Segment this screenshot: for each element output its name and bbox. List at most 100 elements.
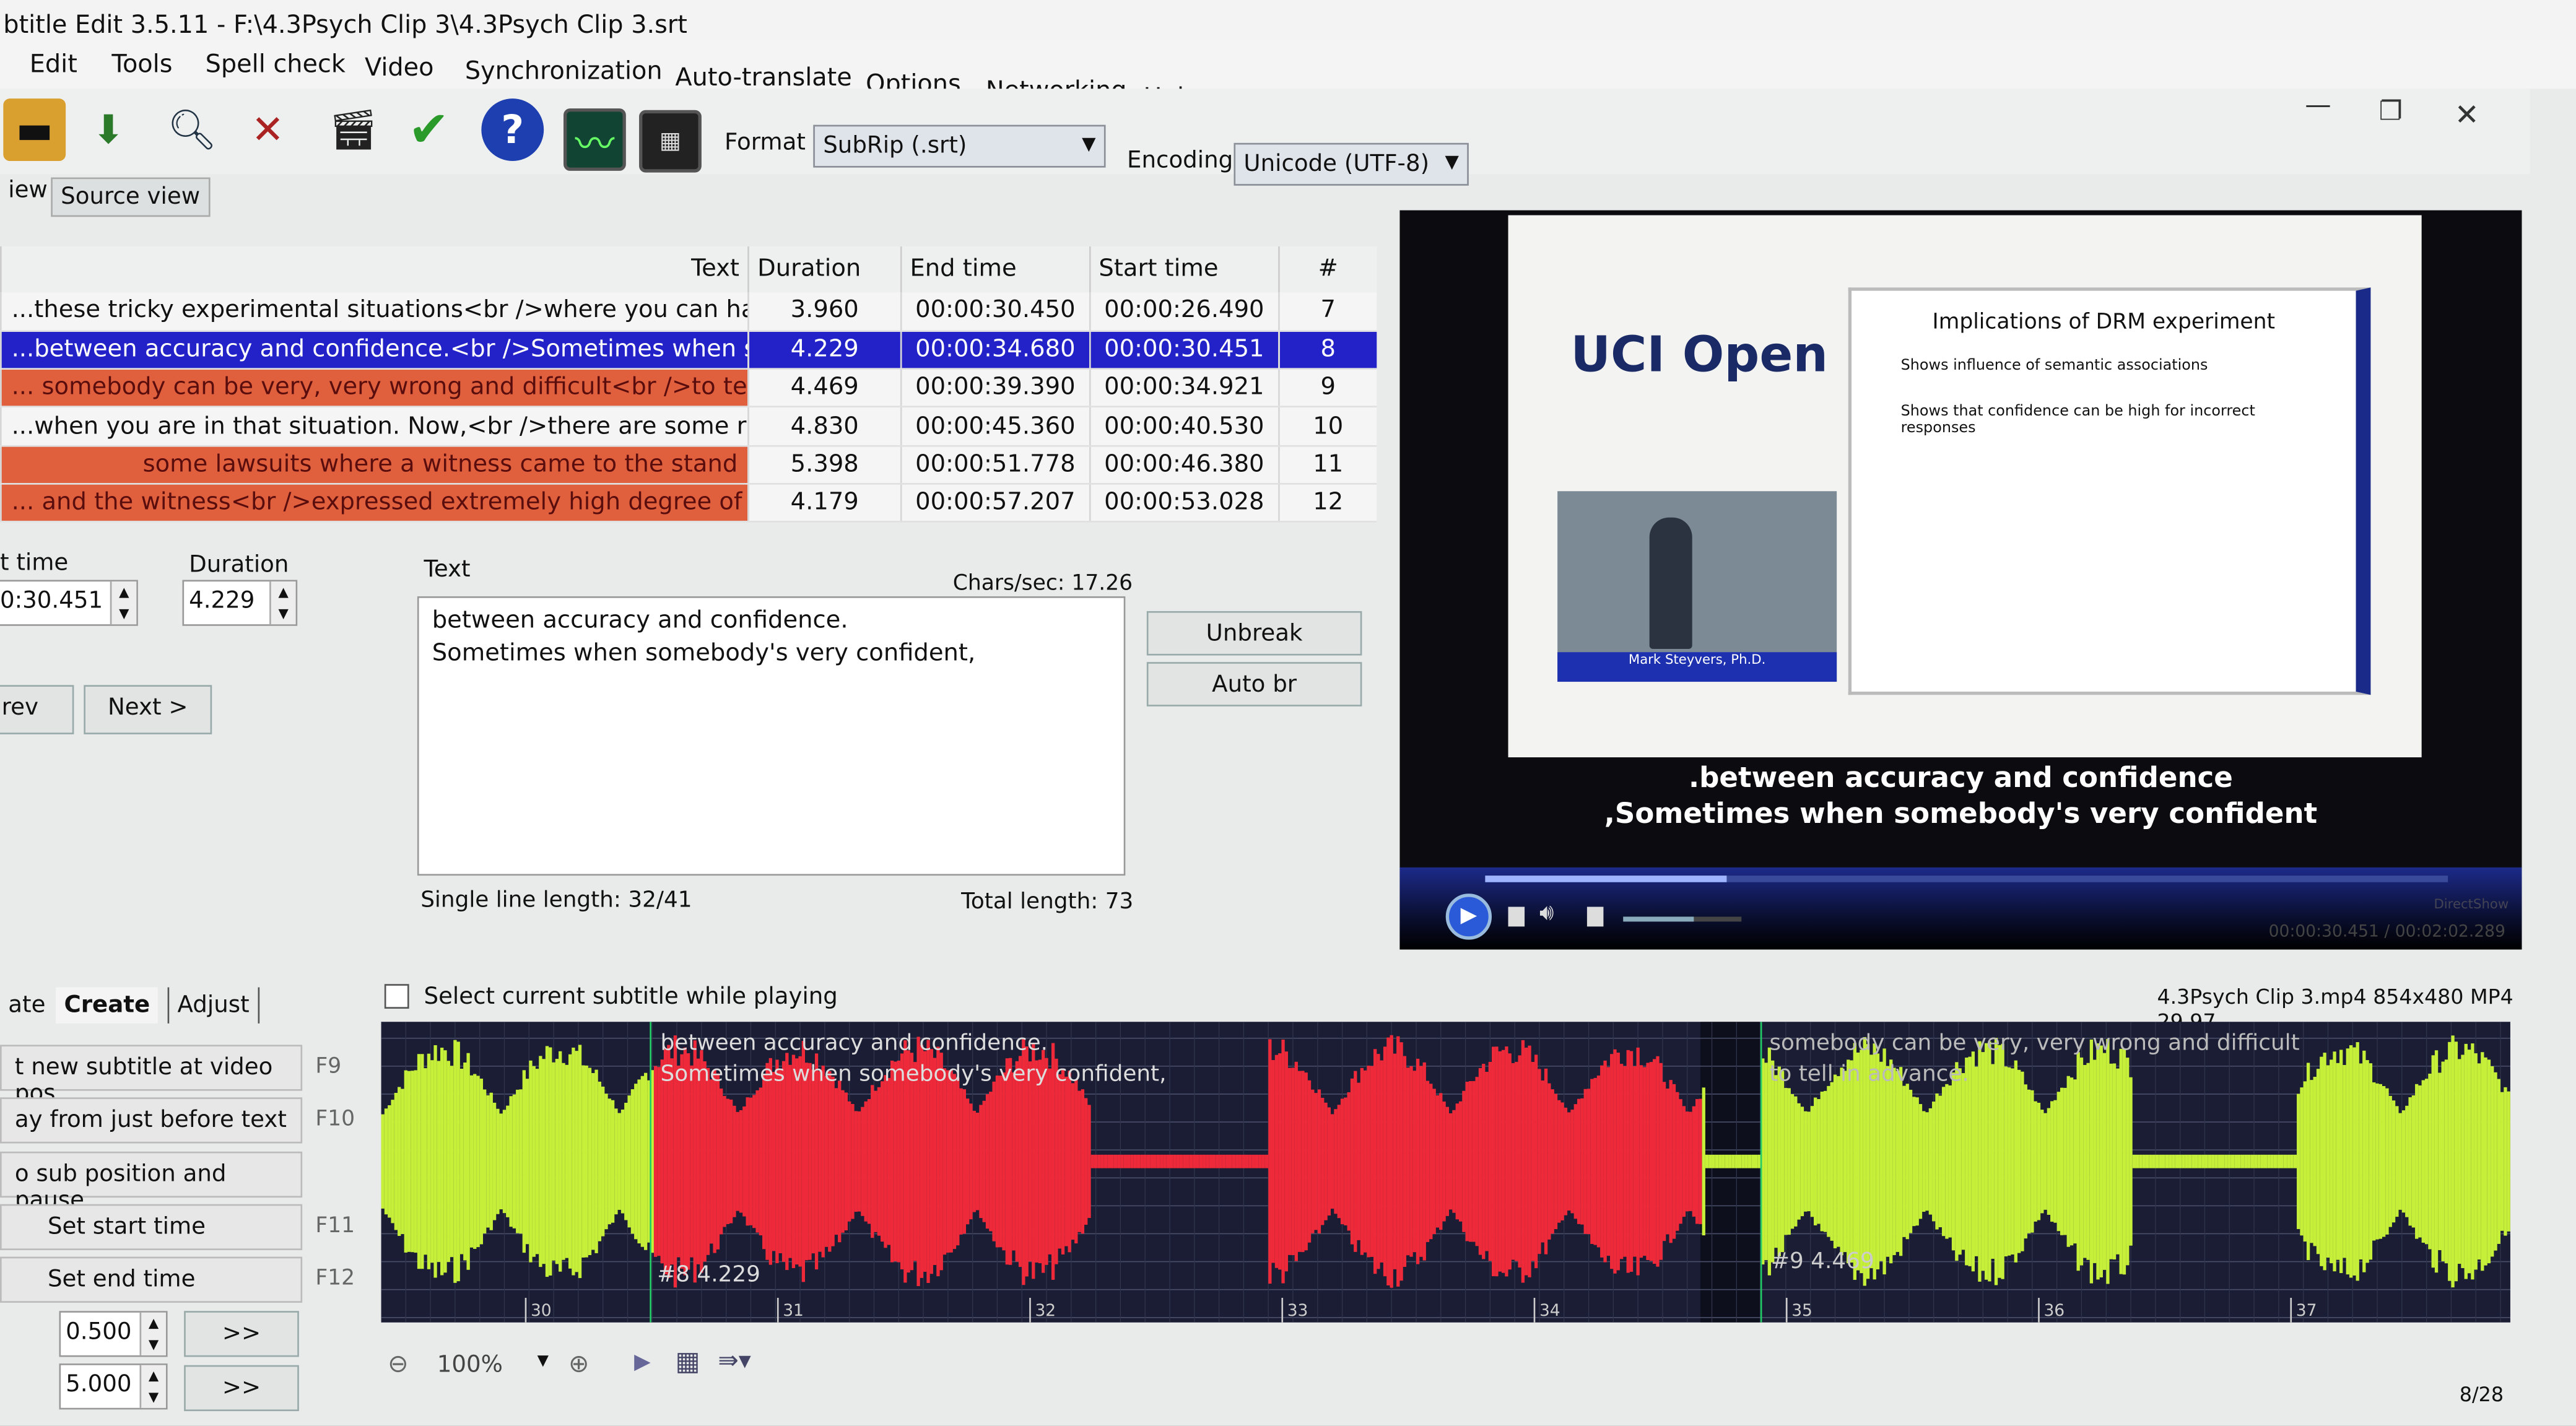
table-row[interactable]: 7 00:00:26.490 00:00:30.450 3.960 ...these t… [0,292,1377,332]
col-duration[interactable]: Duration [747,246,901,293]
play-button[interactable]: ▶ [1445,893,1492,940]
col-text[interactable]: Text [0,246,749,293]
duration-input[interactable]: 4.229 ▲ ▼ [182,580,298,626]
visual-sync-icon[interactable]: 🎬︎ [322,98,385,161]
forward-icon[interactable]: ⇛▾ [718,1346,751,1375]
fullscreen-icon[interactable] [1586,906,1604,927]
video-seek-bar[interactable] [1485,876,2448,882]
stop-icon[interactable] [1508,906,1525,927]
auto-br-button[interactable]: Auto br [1146,662,1362,706]
waveform-sample [2352,1047,2356,1276]
volume-slider[interactable] [1623,916,1742,922]
col-end-time[interactable]: End time [900,246,1090,293]
table-row[interactable]: 12 00:00:53.028 00:00:57.207 4.179... and t… [0,484,1377,523]
waveform-sample [1097,1154,1101,1168]
waveform-sample [627,1095,631,1228]
time-tick-label: 35 [1791,1301,1812,1320]
waveform-sample [1518,1055,1521,1268]
spell-check-icon[interactable]: ✔ [398,98,460,161]
restore-button[interactable]: ❐ [2379,95,2403,126]
tab-adjust[interactable]: Adjust [167,987,259,1024]
seek-seconds-input-2[interactable]: 5.000 ▲ ▼ [59,1363,168,1410]
waveform-sample [2162,1154,2165,1168]
waveform-sample [1830,1082,1834,1241]
menu-spell-check[interactable]: Spell check [206,50,346,79]
menu-video[interactable]: Video [365,53,434,82]
time-tick-label: 37 [2296,1301,2317,1320]
start-time-input[interactable]: 0:30.451 ▲ ▼ [0,580,138,626]
table-row[interactable]: 8 00:00:30.451 00:00:34.680 4.229 ...between… [0,331,1377,370]
unbreak-button[interactable]: Unbreak [1146,611,1362,656]
slide-bullet: Shows that confidence can be high for in… [1900,404,2255,437]
save-icon[interactable]: ⬇ [77,98,140,161]
waveform-action-button[interactable]: o sub position and pause [0,1150,303,1214]
waveform-sample [887,1077,890,1245]
waveform-sample [1797,1103,1801,1220]
menu-edit[interactable]: Edit [30,50,77,79]
help-icon[interactable]: ? [481,98,544,162]
waveform-sample [1160,1154,1164,1168]
waveform-sample [1347,1092,1351,1231]
video-frame-slide: UCI Open Mark Steyvers, Ph.D. Implicatio… [1508,215,2422,758]
table-row[interactable]: 9 00:00:34.921 00:00:39.390 4.469... somebo… [0,368,1377,409]
tab-create[interactable]: Create [56,987,159,1024]
waveform-sample [1222,1154,1226,1168]
subtitle-text-input[interactable]: between accuracy and confidence. Sometim… [417,596,1126,876]
spinner-arrows-icon[interactable]: ▲ ▼ [139,1365,166,1408]
format-select[interactable]: SubRip (.srt) ▼ [813,124,1106,168]
seek-forward-button-2[interactable]: >> [184,1365,299,1412]
table-row[interactable]: 10 00:00:40.530 00:00:45.360 4.830 ...when y… [0,407,1377,446]
waveform-sample [733,1105,736,1217]
select-while-playing-checkbox[interactable] [384,984,409,1009]
menu-tools[interactable]: Tools [111,50,172,79]
seek-forward-button[interactable]: >> [184,1311,299,1357]
waveform-action-button[interactable]: ay from just before text [0,1098,303,1144]
waveform-toggle-icon[interactable]: 〰 [564,108,626,171]
next-button[interactable]: Next > [84,685,212,734]
video-toggle-icon[interactable]: ▦ [639,110,702,173]
tab-list-view[interactable]: iew [0,173,56,209]
zoom-out-icon[interactable]: ⊖ [388,1349,408,1378]
waveform-sample [989,1092,993,1232]
waveform-action-button[interactable]: t new subtitle at video pos [0,1045,303,1107]
tab-translate[interactable]: ate [0,988,54,1024]
table-row[interactable]: 11 00:00:46.380 00:00:51.778 5.398 some laws… [0,445,1377,485]
minimize-button[interactable]: — [2305,89,2331,120]
col-number[interactable]: # [1277,246,1377,293]
close-button[interactable]: ✕ [2455,98,2479,133]
waveform-sample [1367,1066,1370,1258]
waveform-sample [1123,1154,1128,1168]
volume-icon[interactable]: 🔊︎ [1539,900,1554,926]
open-folder-icon[interactable]: ▬ [3,98,66,162]
waveform-sample [1843,1071,1847,1253]
zoom-level[interactable]: 100% [437,1352,503,1378]
prev-button[interactable]: rev [0,685,74,734]
waveform-action-button[interactable]: Set end time [0,1257,303,1303]
menu-synchronization[interactable]: Synchronization [465,56,663,85]
waveform-action-button[interactable]: Set start time [0,1204,303,1250]
zoom-in-icon[interactable]: ⊕ [568,1349,589,1378]
col-start-time[interactable]: Start time [1089,246,1279,293]
waveform-sample [1747,1154,1752,1168]
menu-auto-translate[interactable]: Auto-translate [675,63,851,92]
find-icon[interactable]: 🔍︎ [161,98,224,161]
waveform-sample [620,1109,625,1214]
waveform-panel[interactable]: 303132333435363738 between accuracy and … [380,1022,2569,1323]
waveform-sample [1393,1053,1397,1269]
subtitle-position: 8/28 [2459,1383,2504,1407]
waveform-sample [2221,1154,2225,1168]
speaker-video: Mark Steyvers, Ph.D. [1557,491,1837,682]
chars-per-sec: Chars/sec: 17.26 [952,572,1133,597]
waveform-sample [1229,1154,1232,1168]
replace-icon[interactable]: ✕ [237,98,299,161]
grid-icon[interactable]: ▦ [675,1346,700,1376]
spinner-arrows-icon[interactable]: ▲ ▼ [269,581,296,625]
waveform-sub9-tag: #9 4.469 [1771,1248,1874,1275]
chevron-down-icon[interactable]: ▼ [537,1354,549,1370]
tab-source-view[interactable]: Source view [51,177,211,217]
encoding-select[interactable]: Unicode (UTF-8) ▼ [1234,142,1469,186]
play-selection-icon[interactable]: ▶ [634,1350,651,1375]
seek-seconds-input[interactable]: 0.500 ▲ ▼ [59,1311,168,1357]
spinner-arrows-icon[interactable]: ▲ ▼ [139,1312,166,1355]
spinner-arrows-icon[interactable]: ▲ ▼ [110,581,137,625]
